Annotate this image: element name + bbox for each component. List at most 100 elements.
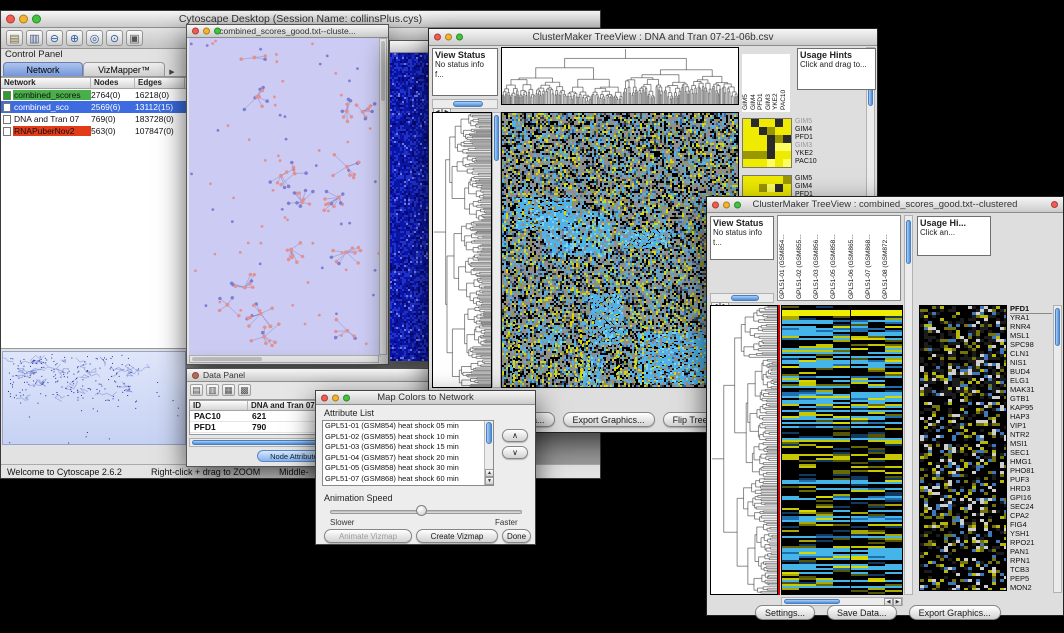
treeview-button[interactable]: Export Graphics... (909, 605, 1001, 620)
minimize-button[interactable] (203, 28, 210, 35)
scroll-thumb[interactable] (731, 295, 759, 301)
gene-label[interactable]: KAP95 (1010, 403, 1052, 412)
heatmap-vscrollbar[interactable] (904, 215, 913, 595)
network-overview[interactable] (2, 351, 186, 445)
gene-label[interactable]: NIS1 (1010, 358, 1052, 367)
zoom-fit-icon[interactable]: ⊙ (106, 30, 123, 46)
scroll-thumb[interactable] (486, 422, 492, 444)
minimize-button[interactable] (332, 394, 339, 401)
gene-label[interactable]: RNR4 (1010, 322, 1052, 331)
close-button[interactable] (192, 28, 199, 35)
row-dendro-vscrollbar[interactable] (492, 112, 501, 388)
attribute-db-icon[interactable]: ▩ (238, 384, 251, 396)
scroll-down-icon[interactable]: ▼ (485, 477, 494, 485)
dendro-hscrollbar[interactable]: ◀▶ (432, 99, 498, 109)
network-viewport[interactable] (189, 38, 379, 355)
scroll-thumb[interactable] (192, 357, 262, 361)
gene-label[interactable]: SEC1 (1010, 448, 1052, 457)
gene-label[interactable]: RPO21 (1010, 538, 1052, 547)
attribute-list-item[interactable]: GPL51-02 (GSM855) heat shock 10 min (323, 432, 484, 443)
gene-label[interactable]: GTB1 (1010, 394, 1052, 403)
network-list-row[interactable]: DNA and Tran 07769(0)183728(0) (1, 113, 187, 125)
gene-label[interactable]: FIG4 (1010, 520, 1052, 529)
animate-vizmap-button[interactable]: Animate Vizmap (324, 529, 412, 543)
attribute-list-item[interactable]: GPL51-05 (GSM858) heat shock 30 min (323, 463, 484, 474)
zoom-button[interactable] (343, 394, 350, 401)
treeview-dna-titlebar[interactable]: ClusterMaker TreeView : DNA and Tran 07-… (429, 29, 877, 46)
network-list-row[interactable]: combined_sco2569(6)13112(15) (1, 101, 187, 113)
treeview-button[interactable]: Settings... (755, 605, 815, 620)
gene-label[interactable]: VIP1 (1010, 421, 1052, 430)
close-button[interactable] (321, 394, 328, 401)
zoom-button[interactable] (214, 28, 221, 35)
combined-heatmap-canvas[interactable] (782, 306, 902, 594)
gene-label[interactable]: YSH1 (1010, 529, 1052, 538)
close-button[interactable] (434, 34, 441, 41)
move-up-button[interactable]: ∧ (502, 429, 528, 442)
gene-label[interactable]: HAP3 (1010, 412, 1052, 421)
open-session-icon[interactable]: ▤ (6, 30, 23, 46)
gene-label[interactable]: HMG1 (1010, 457, 1052, 466)
data-panel-titlebar[interactable]: Data Panel (187, 369, 430, 382)
column-dendrogram[interactable] (501, 47, 739, 105)
gene-label[interactable]: NTR2 (1010, 430, 1052, 439)
create-vizmap-button[interactable]: Create Vizmap (416, 529, 498, 543)
scroll-thumb[interactable] (381, 41, 385, 101)
scroll-thumb[interactable] (906, 220, 911, 264)
attribute-list-item[interactable]: GPL51-07 (GSM868) heat shock 60 min (323, 474, 484, 485)
row-dendrogram-canvas[interactable] (711, 306, 777, 594)
zoom-in-icon[interactable]: ⊕ (66, 30, 83, 46)
gene-label[interactable]: PHO81 (1010, 466, 1052, 475)
minimize-button[interactable] (723, 201, 730, 208)
dna-heatmap-canvas[interactable] (502, 113, 738, 387)
network-view-titlebar[interactable]: combined_scores_good.txt--cluste... (187, 25, 388, 38)
zoom-button[interactable] (32, 15, 41, 24)
background-network-titlebar[interactable] (390, 41, 429, 53)
scroll-up-icon[interactable]: ▲ (485, 469, 494, 477)
gene-list-vscrollbar[interactable] (1053, 305, 1062, 593)
gene-label[interactable]: PFD1 (1010, 304, 1052, 313)
gene-label[interactable]: SEC24 (1010, 502, 1052, 511)
gene-label[interactable]: HRD3 (1010, 484, 1052, 493)
dna-heatmap[interactable] (501, 112, 739, 388)
gene-label[interactable]: PUF3 (1010, 475, 1052, 484)
scroll-thumb[interactable] (453, 101, 483, 107)
secondary-heatmap[interactable] (919, 305, 1007, 591)
attribute-list-item[interactable]: GPL51-03 (GSM856) heat shock 15 min (323, 442, 484, 453)
attribute-list-item[interactable]: GPL51-01 (GSM854) heat shock 05 min (323, 421, 484, 432)
float-panel-icon[interactable]: ▤ (190, 384, 203, 396)
treeview-button[interactable]: Export Graphics... (563, 412, 655, 427)
gene-label[interactable]: MSI1 (1010, 439, 1052, 448)
move-down-button[interactable]: ∨ (502, 446, 528, 459)
close-button-right[interactable] (1051, 201, 1058, 208)
gene-label[interactable]: MSL1 (1010, 331, 1052, 340)
done-button[interactable]: Done (502, 529, 531, 543)
close-button[interactable] (712, 201, 719, 208)
dense-network-canvas[interactable] (390, 53, 429, 361)
gene-label[interactable]: PEP5 (1010, 574, 1052, 583)
tab-overflow-icon[interactable]: ▶ (165, 68, 179, 76)
gene-label[interactable]: BUD4 (1010, 367, 1052, 376)
import-network-icon[interactable]: ▥ (26, 30, 43, 46)
tab-vizmapper[interactable]: VizMapper™ (83, 62, 165, 76)
row-dendrogram[interactable] (710, 305, 778, 595)
dendro-hscrollbar[interactable]: ◀▶ (710, 293, 774, 303)
zoom-button[interactable] (456, 34, 463, 41)
zoom-button[interactable] (734, 201, 741, 208)
correlation-matrix-1[interactable] (742, 118, 792, 168)
gene-label[interactable]: TCB3 (1010, 565, 1052, 574)
attribute-listbox[interactable]: GPL51-01 (GSM854) heat shock 05 minGPL51… (322, 420, 494, 486)
network-vscrollbar[interactable] (379, 38, 387, 355)
listbox-vscrollbar[interactable]: ▲ ▼ (484, 421, 493, 485)
network-list-row[interactable]: RNAPuberNov2563(0)107847(0) (1, 125, 187, 137)
combined-heatmap[interactable] (781, 305, 903, 595)
gene-label[interactable]: CLN1 (1010, 349, 1052, 358)
gene-label[interactable]: SPC98 (1010, 340, 1052, 349)
gene-label[interactable]: YRA1 (1010, 313, 1052, 322)
gene-label[interactable]: GPI16 (1010, 493, 1052, 502)
column-dendrogram-canvas[interactable] (502, 48, 738, 104)
dialog-titlebar[interactable]: Map Colors to Network (316, 391, 535, 405)
dock-panel-icon[interactable]: ▥ (206, 384, 219, 396)
network-table-header[interactable]: Network Nodes Edges (1, 77, 187, 89)
minimize-button[interactable] (445, 34, 452, 41)
